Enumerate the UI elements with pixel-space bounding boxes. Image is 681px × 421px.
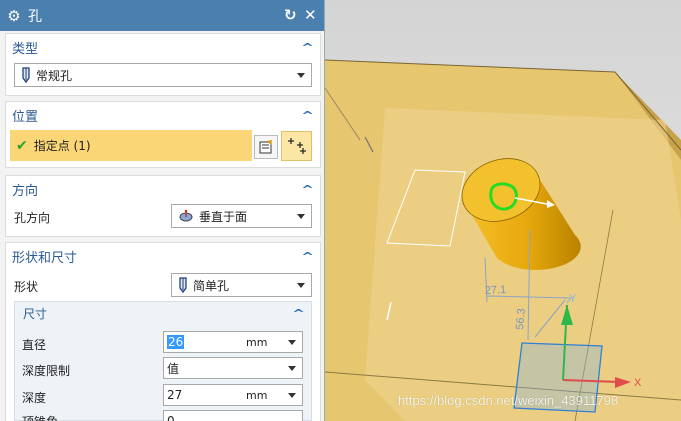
dim-vertical-text: 56.3 bbox=[514, 308, 528, 330]
type-section-header[interactable]: 类型 ^ bbox=[6, 34, 320, 60]
diameter-value[interactable]: 26 bbox=[167, 335, 185, 349]
hole-direction-dropdown[interactable]: 垂直于面 bbox=[171, 204, 312, 228]
watermark: https://blog.csdn.net/weixin_43911798 bbox=[398, 393, 619, 408]
position-section-header[interactable]: 位置 ^ bbox=[6, 102, 320, 128]
chevron-down-icon[interactable] bbox=[288, 340, 296, 345]
point-icon bbox=[287, 138, 306, 154]
gear-icon[interactable]: ⚙ bbox=[0, 7, 28, 25]
tip-angle-label: 顶锥角 bbox=[22, 413, 58, 421]
dropdown-value: 简单孔 bbox=[193, 278, 230, 293]
drill-icon bbox=[21, 67, 31, 83]
tip-angle-input[interactable]: 0 bbox=[163, 410, 303, 421]
collapse-icon[interactable]: ^ bbox=[301, 41, 314, 54]
dialog-title: 孔 bbox=[28, 8, 42, 25]
dialog-titlebar: ⚙ 孔 ↻ ✕ bbox=[0, 0, 324, 31]
chevron-down-icon[interactable] bbox=[288, 366, 296, 371]
section-title: 形状和尺寸 bbox=[12, 250, 78, 266]
depth-limit-value: 值 bbox=[167, 361, 180, 376]
sketch-icon bbox=[259, 140, 272, 154]
checkmark-icon: ✔ bbox=[16, 137, 28, 154]
axis-x-label: X bbox=[634, 377, 642, 389]
section-title: 位置 bbox=[12, 109, 39, 125]
collapse-icon[interactable]: ^ bbox=[301, 109, 314, 122]
tip-angle-value[interactable]: 0 bbox=[167, 414, 175, 421]
hole-dialog: ⚙ 孔 ↻ ✕ 类型 ^ 常规孔 位置 ^ ✔ 指定点 (1) 方向 ^ 孔方向… bbox=[0, 0, 325, 421]
depth-value[interactable]: 27 bbox=[167, 388, 182, 402]
chevron-down-icon bbox=[297, 282, 305, 288]
collapse-icon[interactable]: ^ bbox=[301, 183, 314, 196]
axis-y-label: Y bbox=[569, 293, 577, 305]
reset-icon[interactable]: ↻ bbox=[284, 7, 297, 23]
hole-shape-dropdown[interactable]: 简单孔 bbox=[171, 273, 312, 297]
chevron-down-icon bbox=[297, 213, 305, 219]
graphics-viewport[interactable]: 27.1 56.3 Y X bbox=[324, 0, 681, 421]
diameter-input[interactable]: 26 mm bbox=[163, 331, 303, 353]
depth-unit: mm bbox=[246, 388, 268, 402]
close-icon[interactable]: ✕ bbox=[304, 7, 317, 23]
shape-size-section-header[interactable]: 形状和尺寸 ^ bbox=[6, 243, 320, 269]
hole-direction-label: 孔方向 bbox=[14, 211, 51, 225]
shape-label: 形状 bbox=[14, 280, 39, 294]
type-section: 类型 ^ 常规孔 bbox=[5, 33, 321, 96]
sketch-section-button[interactable] bbox=[254, 135, 278, 159]
specify-point-row[interactable]: ✔ 指定点 (1) bbox=[10, 130, 252, 161]
depth-input[interactable]: 27 mm bbox=[163, 384, 303, 406]
model-view[interactable]: 27.1 56.3 Y X bbox=[324, 0, 681, 421]
dropdown-value: 常规孔 bbox=[36, 68, 73, 83]
point-dialog-button[interactable] bbox=[281, 131, 312, 161]
collapse-icon[interactable]: ^ bbox=[292, 307, 305, 320]
dropdown-value: 垂直于面 bbox=[199, 209, 248, 224]
diameter-unit: mm bbox=[246, 335, 268, 349]
section-title: 类型 bbox=[12, 41, 39, 57]
subsection-title: 尺寸 bbox=[23, 306, 48, 321]
depth-limit-dropdown[interactable]: 值 bbox=[163, 357, 303, 379]
chevron-down-icon bbox=[297, 72, 305, 78]
diameter-label: 直径 bbox=[22, 338, 47, 352]
direction-section-header[interactable]: 方向 ^ bbox=[6, 176, 320, 202]
specify-point-label: 指定点 (1) bbox=[33, 139, 91, 153]
dim-horizontal-text: 27.1 bbox=[485, 284, 507, 297]
dimensions-header[interactable]: 尺寸 ^ bbox=[15, 302, 311, 324]
depth-limit-label: 深度限制 bbox=[22, 364, 71, 378]
hole-type-dropdown[interactable]: 常规孔 bbox=[14, 63, 312, 87]
drill-icon bbox=[178, 277, 188, 293]
chevron-down-icon[interactable] bbox=[288, 393, 296, 398]
section-title: 方向 bbox=[12, 183, 39, 199]
normal-to-face-icon bbox=[178, 209, 194, 223]
depth-label: 深度 bbox=[22, 391, 47, 405]
collapse-icon[interactable]: ^ bbox=[301, 250, 314, 263]
